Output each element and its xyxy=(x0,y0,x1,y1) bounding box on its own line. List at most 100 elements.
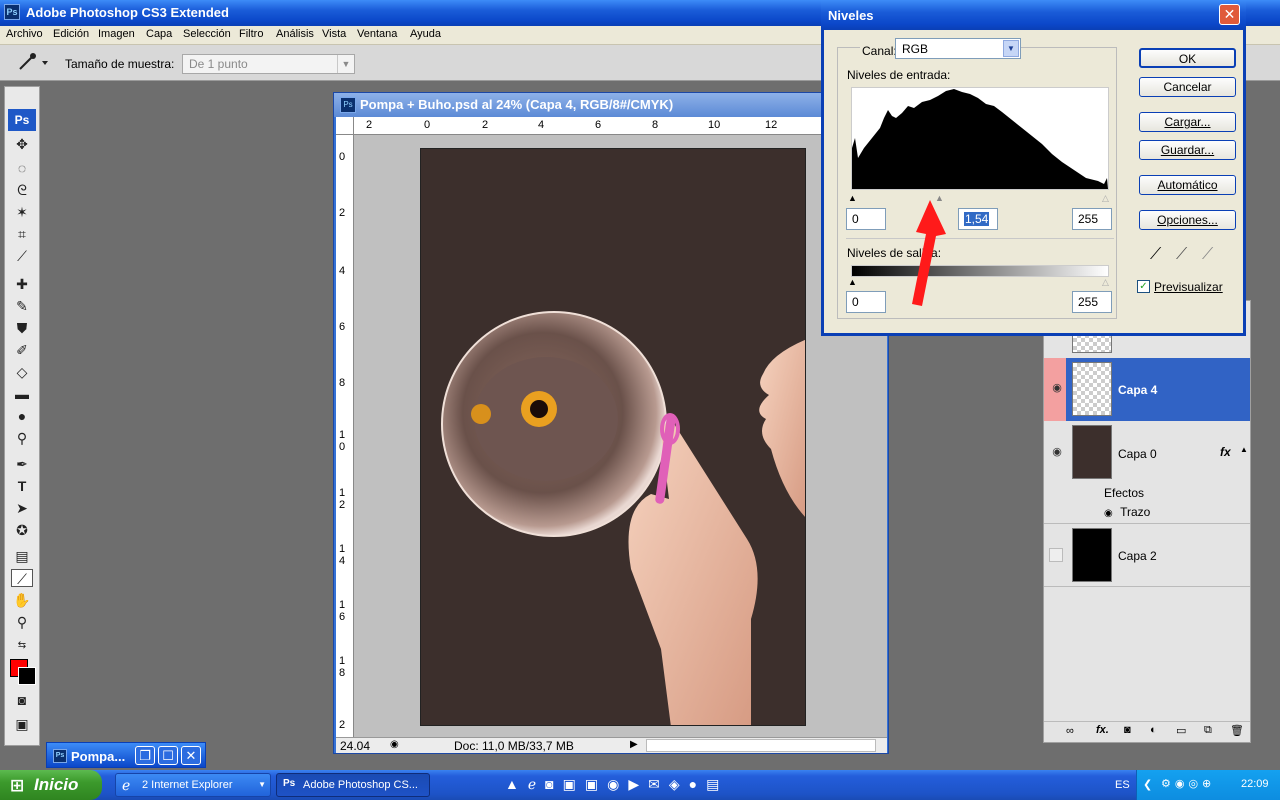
status-menu-icon[interactable]: ◉ xyxy=(390,739,399,750)
eyedropper-tool-preset[interactable] xyxy=(10,51,50,75)
link-icon[interactable]: ∞ xyxy=(1066,725,1074,737)
hand-tool-icon[interactable]: ✋ xyxy=(11,591,33,609)
healing-brush-icon[interactable]: ✚ xyxy=(11,275,33,293)
trash-icon[interactable]: 🗑 xyxy=(1230,724,1244,737)
photoshop-launch-icon[interactable]: ▣ xyxy=(563,776,585,792)
menu-archivo[interactable]: Archivo xyxy=(6,28,43,40)
expand-tray-icon[interactable]: ❮ xyxy=(1143,778,1152,791)
layer-name[interactable]: Capa 2 xyxy=(1118,549,1157,563)
eyedropper-tool-icon[interactable]: ⟋ xyxy=(11,569,33,587)
clone-stamp-icon[interactable]: ⛊ xyxy=(11,319,33,337)
history-brush-icon[interactable]: ✐ xyxy=(11,341,33,359)
notes-tool-icon[interactable]: ▤ xyxy=(11,547,33,565)
background-color-swatch[interactable] xyxy=(18,667,36,685)
launch-icon[interactable]: ▣ xyxy=(585,776,607,792)
language-indicator[interactable]: ES xyxy=(1115,779,1130,791)
adjustment-icon[interactable]: ◐ xyxy=(1150,724,1157,736)
horizontal-scrollbar[interactable] xyxy=(646,739,876,752)
effect-stroke[interactable]: ◉ Trazo xyxy=(1104,505,1150,519)
brush-tool-icon[interactable]: ✎ xyxy=(11,297,33,315)
preview-checkbox[interactable]: ✓ xyxy=(1137,280,1150,293)
swap-colors-icon[interactable]: ⇆ xyxy=(11,637,33,655)
output-black-slider[interactable]: ▲ xyxy=(848,277,857,287)
new-layer-icon[interactable]: ⧉ xyxy=(1204,724,1212,737)
menu-capa[interactable]: Capa xyxy=(146,28,172,40)
shape-tool-icon[interactable]: ✪ xyxy=(11,521,33,539)
marquee-tool-icon[interactable]: ◌ xyxy=(11,159,33,177)
gradient-tool-icon[interactable]: ▬ xyxy=(11,385,33,403)
auto-button[interactable]: Automático xyxy=(1139,175,1236,195)
menu-vista[interactable]: Vista xyxy=(322,28,346,40)
folder-icon[interactable]: ▭ xyxy=(1176,724,1186,737)
ok-button[interactable]: OK xyxy=(1139,48,1236,68)
crop-tool-icon[interactable]: ⌗ xyxy=(11,225,33,243)
levels-title[interactable]: Niveles xyxy=(821,0,1246,30)
options-button[interactable]: Opciones... xyxy=(1139,210,1236,230)
taskbar-item-internet-explorer[interactable]: ℯ 2 Internet Explorer ▼ xyxy=(115,773,271,797)
eye-icon[interactable]: ◉ xyxy=(1104,508,1113,519)
launch-icon[interactable]: ◙ xyxy=(545,776,562,792)
canvas-area[interactable] xyxy=(354,135,887,737)
layer-row-capa-4[interactable]: ◉ Capa 4 xyxy=(1044,358,1250,421)
launch-icon[interactable]: ● xyxy=(689,776,706,792)
maximize-button[interactable]: ☐ xyxy=(158,746,178,765)
input-black-field[interactable]: 0 xyxy=(846,208,886,230)
output-white-slider[interactable]: △ xyxy=(1102,277,1109,288)
white-eyedropper-icon[interactable]: ⟋ xyxy=(1202,246,1213,264)
launch-icon[interactable]: ◈ xyxy=(669,776,689,792)
document-title[interactable]: Pompa + Buho.psd al 24% (Capa 4, RGB/8#/… xyxy=(334,93,888,117)
status-arrow-icon[interactable]: ▶ xyxy=(630,739,638,750)
restore-button[interactable]: ❐ xyxy=(135,746,155,765)
add-style-icon[interactable]: fx. xyxy=(1096,724,1109,736)
ie-launch-icon[interactable]: ℯ xyxy=(528,776,545,792)
quick-mask-icon[interactable]: ◙ xyxy=(11,691,33,709)
media-player-icon[interactable]: ▶ xyxy=(628,776,648,792)
gray-eyedropper-icon[interactable]: ⟋ xyxy=(1176,246,1187,264)
layer-name[interactable]: Capa 0 xyxy=(1118,447,1157,461)
minimized-document[interactable]: Ps Pompa... ❐ ☐ ✕ xyxy=(46,742,206,768)
cancel-button[interactable]: Cancelar xyxy=(1139,77,1236,97)
move-tool-icon[interactable]: ✥ xyxy=(11,135,33,153)
magic-wand-icon[interactable]: ✶ xyxy=(11,203,33,221)
expand-arrow-icon[interactable]: ▲ xyxy=(1240,445,1248,454)
input-white-field[interactable]: 255 xyxy=(1072,208,1112,230)
close-button[interactable]: ✕ xyxy=(1219,4,1240,25)
blur-tool-icon[interactable]: ● xyxy=(11,407,33,425)
visibility-toggle[interactable] xyxy=(1049,548,1063,562)
dodge-tool-icon[interactable]: ⚲ xyxy=(11,429,33,447)
eraser-tool-icon[interactable]: ◇ xyxy=(11,363,33,381)
menu-edicion[interactable]: Edición xyxy=(53,28,89,40)
menu-imagen[interactable]: Imagen xyxy=(98,28,135,40)
zoom-level[interactable]: 24.04 xyxy=(340,739,370,753)
load-button[interactable]: Cargar... xyxy=(1139,112,1236,132)
mask-icon[interactable]: ◙ xyxy=(1124,724,1131,736)
path-selection-icon[interactable]: ➤ xyxy=(11,499,33,517)
app-launch-icon[interactable]: ▲ xyxy=(505,776,528,792)
type-tool-icon[interactable]: T xyxy=(11,477,33,495)
launch-icon[interactable]: ▤ xyxy=(706,776,728,792)
output-black-field[interactable]: 0 xyxy=(846,291,886,313)
output-white-field[interactable]: 255 xyxy=(1072,291,1112,313)
channel-select[interactable]: RGB ▼ xyxy=(895,38,1021,59)
layer-name[interactable]: Capa 4 xyxy=(1118,383,1157,397)
menu-filtro[interactable]: Filtro xyxy=(239,28,263,40)
fx-icon[interactable]: fx xyxy=(1220,445,1231,459)
input-white-slider[interactable]: △ xyxy=(1102,193,1109,204)
launch-icon[interactable]: ◉ xyxy=(607,776,628,792)
lasso-tool-icon[interactable]: ᘓ xyxy=(11,181,33,199)
menu-ventana[interactable]: Ventana xyxy=(357,28,397,40)
pen-tool-icon[interactable]: ✒ xyxy=(11,455,33,473)
start-button[interactable]: ⊞ Inicio xyxy=(0,770,102,800)
eye-icon[interactable]: ◉ xyxy=(1049,445,1065,461)
input-gamma-field[interactable]: 1,54 xyxy=(958,208,998,230)
slice-tool-icon[interactable]: ⟋ xyxy=(11,247,33,265)
black-eyedropper-icon[interactable]: ⟋ xyxy=(1150,246,1161,264)
menu-seleccion[interactable]: Selección xyxy=(183,28,231,40)
mail-icon[interactable]: ✉ xyxy=(648,776,669,792)
layer-row-capa-0[interactable]: ◉ Capa 0 fx ▲ Efectos ◉ Trazo xyxy=(1044,421,1250,521)
sample-size-select[interactable]: De 1 punto ▼ xyxy=(182,54,355,74)
menu-ayuda[interactable]: Ayuda xyxy=(410,28,441,40)
close-button[interactable]: ✕ xyxy=(181,746,201,765)
zoom-tool-icon[interactable]: ⚲ xyxy=(11,613,33,631)
layer-row-capa-2[interactable]: Capa 2 xyxy=(1044,523,1250,587)
